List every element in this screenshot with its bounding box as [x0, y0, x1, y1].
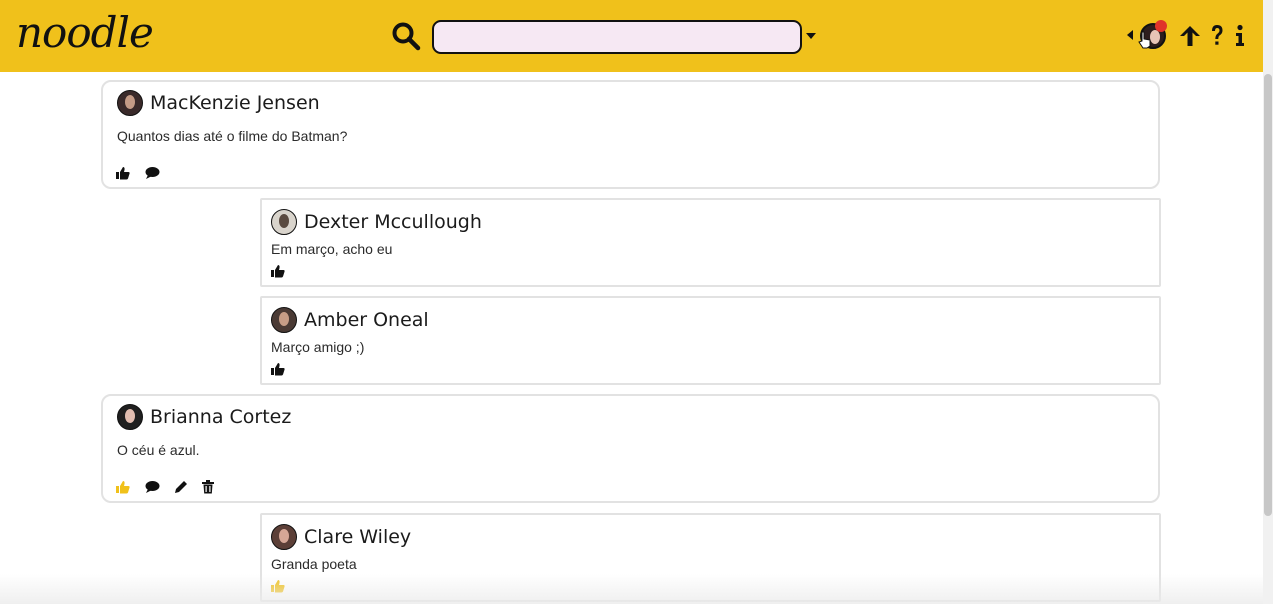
reply-text: Granda poeta: [271, 556, 357, 572]
scrollbar[interactable]: [1263, 0, 1273, 604]
post-author[interactable]: MacKenzie Jensen: [150, 92, 320, 114]
scrollbar-thumb[interactable]: [1264, 74, 1272, 516]
post-card: Brianna Cortez O céu é azul.: [101, 394, 1160, 503]
thumbs-up-icon[interactable]: [116, 166, 130, 180]
trash-icon[interactable]: [202, 480, 214, 494]
reply-author[interactable]: Dexter Mccullough: [304, 211, 482, 233]
avatar[interactable]: [271, 209, 297, 235]
avatar[interactable]: [271, 524, 297, 550]
post-text: Quantos dias até o filme do Batman?: [117, 128, 348, 144]
reply-text: Março amigo ;): [271, 339, 365, 355]
search-icon[interactable]: [391, 21, 421, 51]
thumbs-up-icon[interactable]: [271, 264, 285, 278]
post-text: O céu é azul.: [117, 442, 200, 458]
post-card: MacKenzie Jensen Quantos dias até o film…: [101, 80, 1160, 189]
noodle-logo[interactable]: noodle: [16, 8, 154, 57]
avatar[interactable]: [117, 90, 143, 116]
reply-card: Dexter Mccullough Em março, acho eu: [260, 198, 1161, 287]
reply-card: Clare Wiley Granda poeta: [260, 513, 1161, 602]
edit-icon[interactable]: [174, 480, 188, 494]
top-navbar: noodle: [0, 0, 1263, 72]
notification-badge: [1155, 20, 1167, 32]
post-author[interactable]: Brianna Cortez: [150, 406, 291, 428]
reply-author[interactable]: Amber Oneal: [304, 309, 429, 331]
reply-card: Amber Oneal Março amigo ;): [260, 296, 1161, 385]
thumbs-up-icon[interactable]: [116, 480, 130, 494]
avatar[interactable]: [117, 404, 143, 430]
help-icon[interactable]: [1210, 24, 1224, 48]
chevron-down-icon[interactable]: [806, 33, 816, 39]
mouse-cursor-icon: [1138, 31, 1151, 49]
avatar[interactable]: [271, 307, 297, 333]
reply-author[interactable]: Clare Wiley: [304, 526, 411, 548]
thumbs-up-icon[interactable]: [271, 579, 285, 593]
search-input[interactable]: [432, 20, 802, 54]
chevron-left-icon[interactable]: [1127, 30, 1133, 40]
comment-icon[interactable]: [145, 166, 160, 180]
info-icon[interactable]: [1235, 24, 1245, 48]
reply-text: Em março, acho eu: [271, 241, 393, 257]
thumbs-up-icon[interactable]: [271, 362, 285, 376]
comment-icon[interactable]: [145, 480, 160, 494]
arrow-up-icon[interactable]: [1179, 24, 1201, 48]
